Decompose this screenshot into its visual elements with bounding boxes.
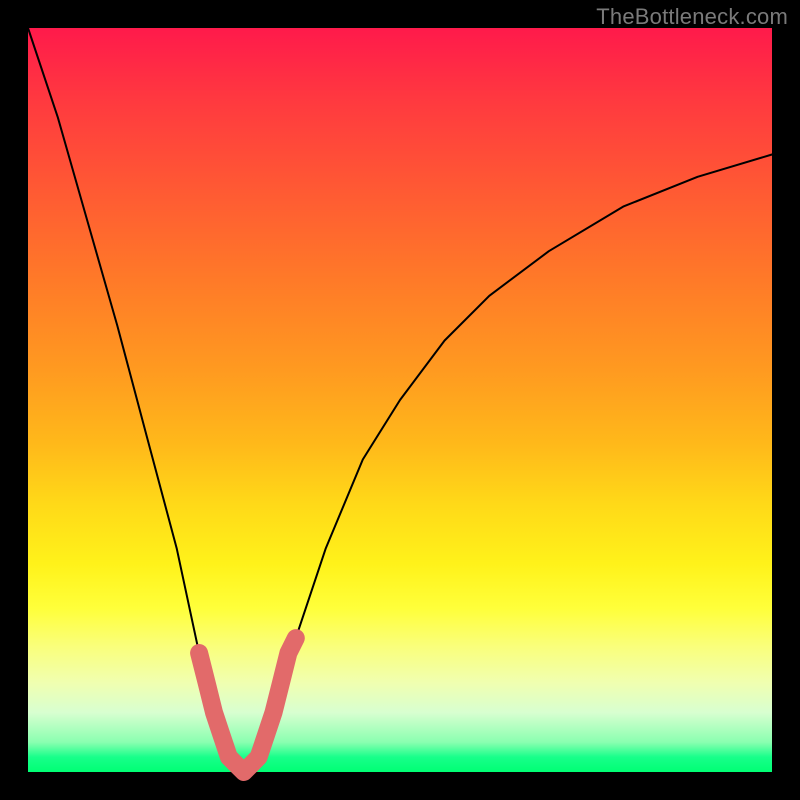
bottom-highlight-path [199,638,296,772]
watermark-text: TheBottleneck.com [596,4,788,30]
bottleneck-curve-path [28,28,772,772]
plot-area [28,28,772,772]
chart-frame: TheBottleneck.com [0,0,800,800]
curve-svg [28,28,772,772]
